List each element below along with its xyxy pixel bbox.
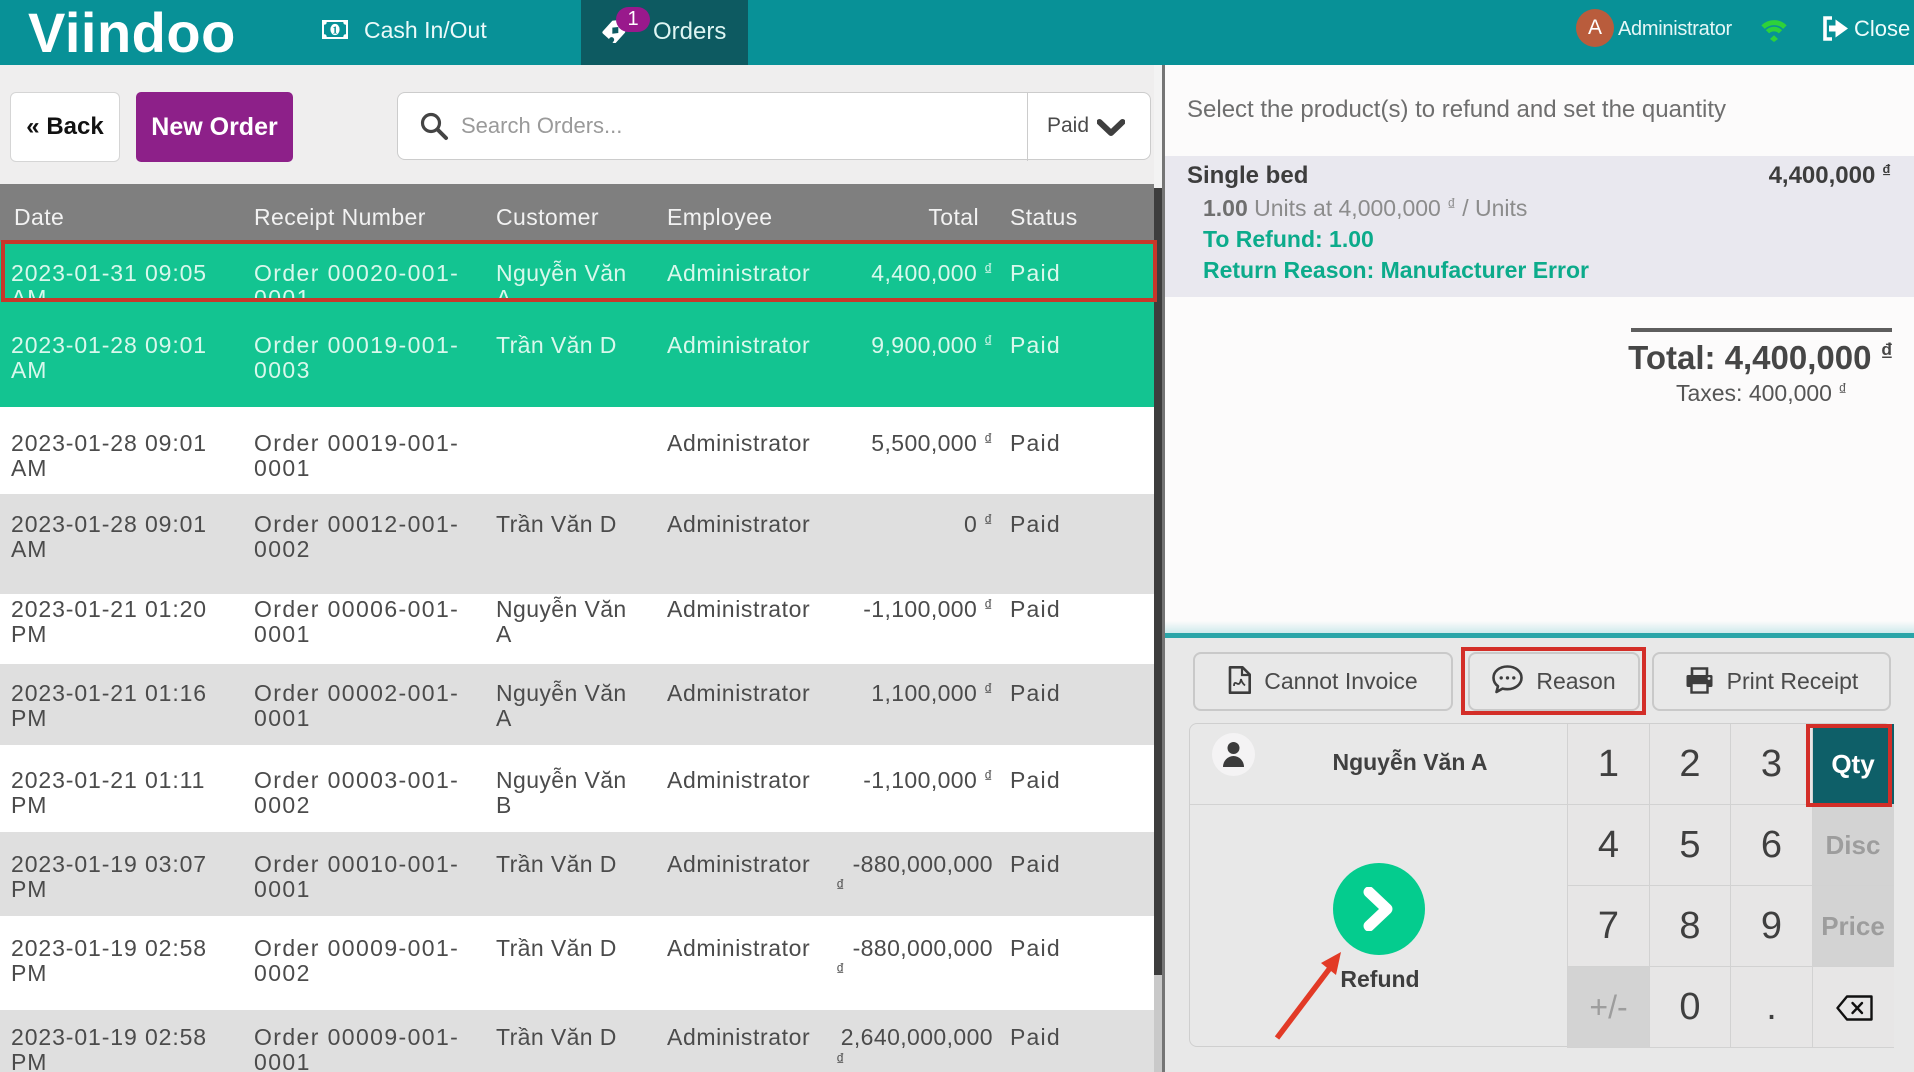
svg-text:1: 1	[332, 25, 337, 36]
